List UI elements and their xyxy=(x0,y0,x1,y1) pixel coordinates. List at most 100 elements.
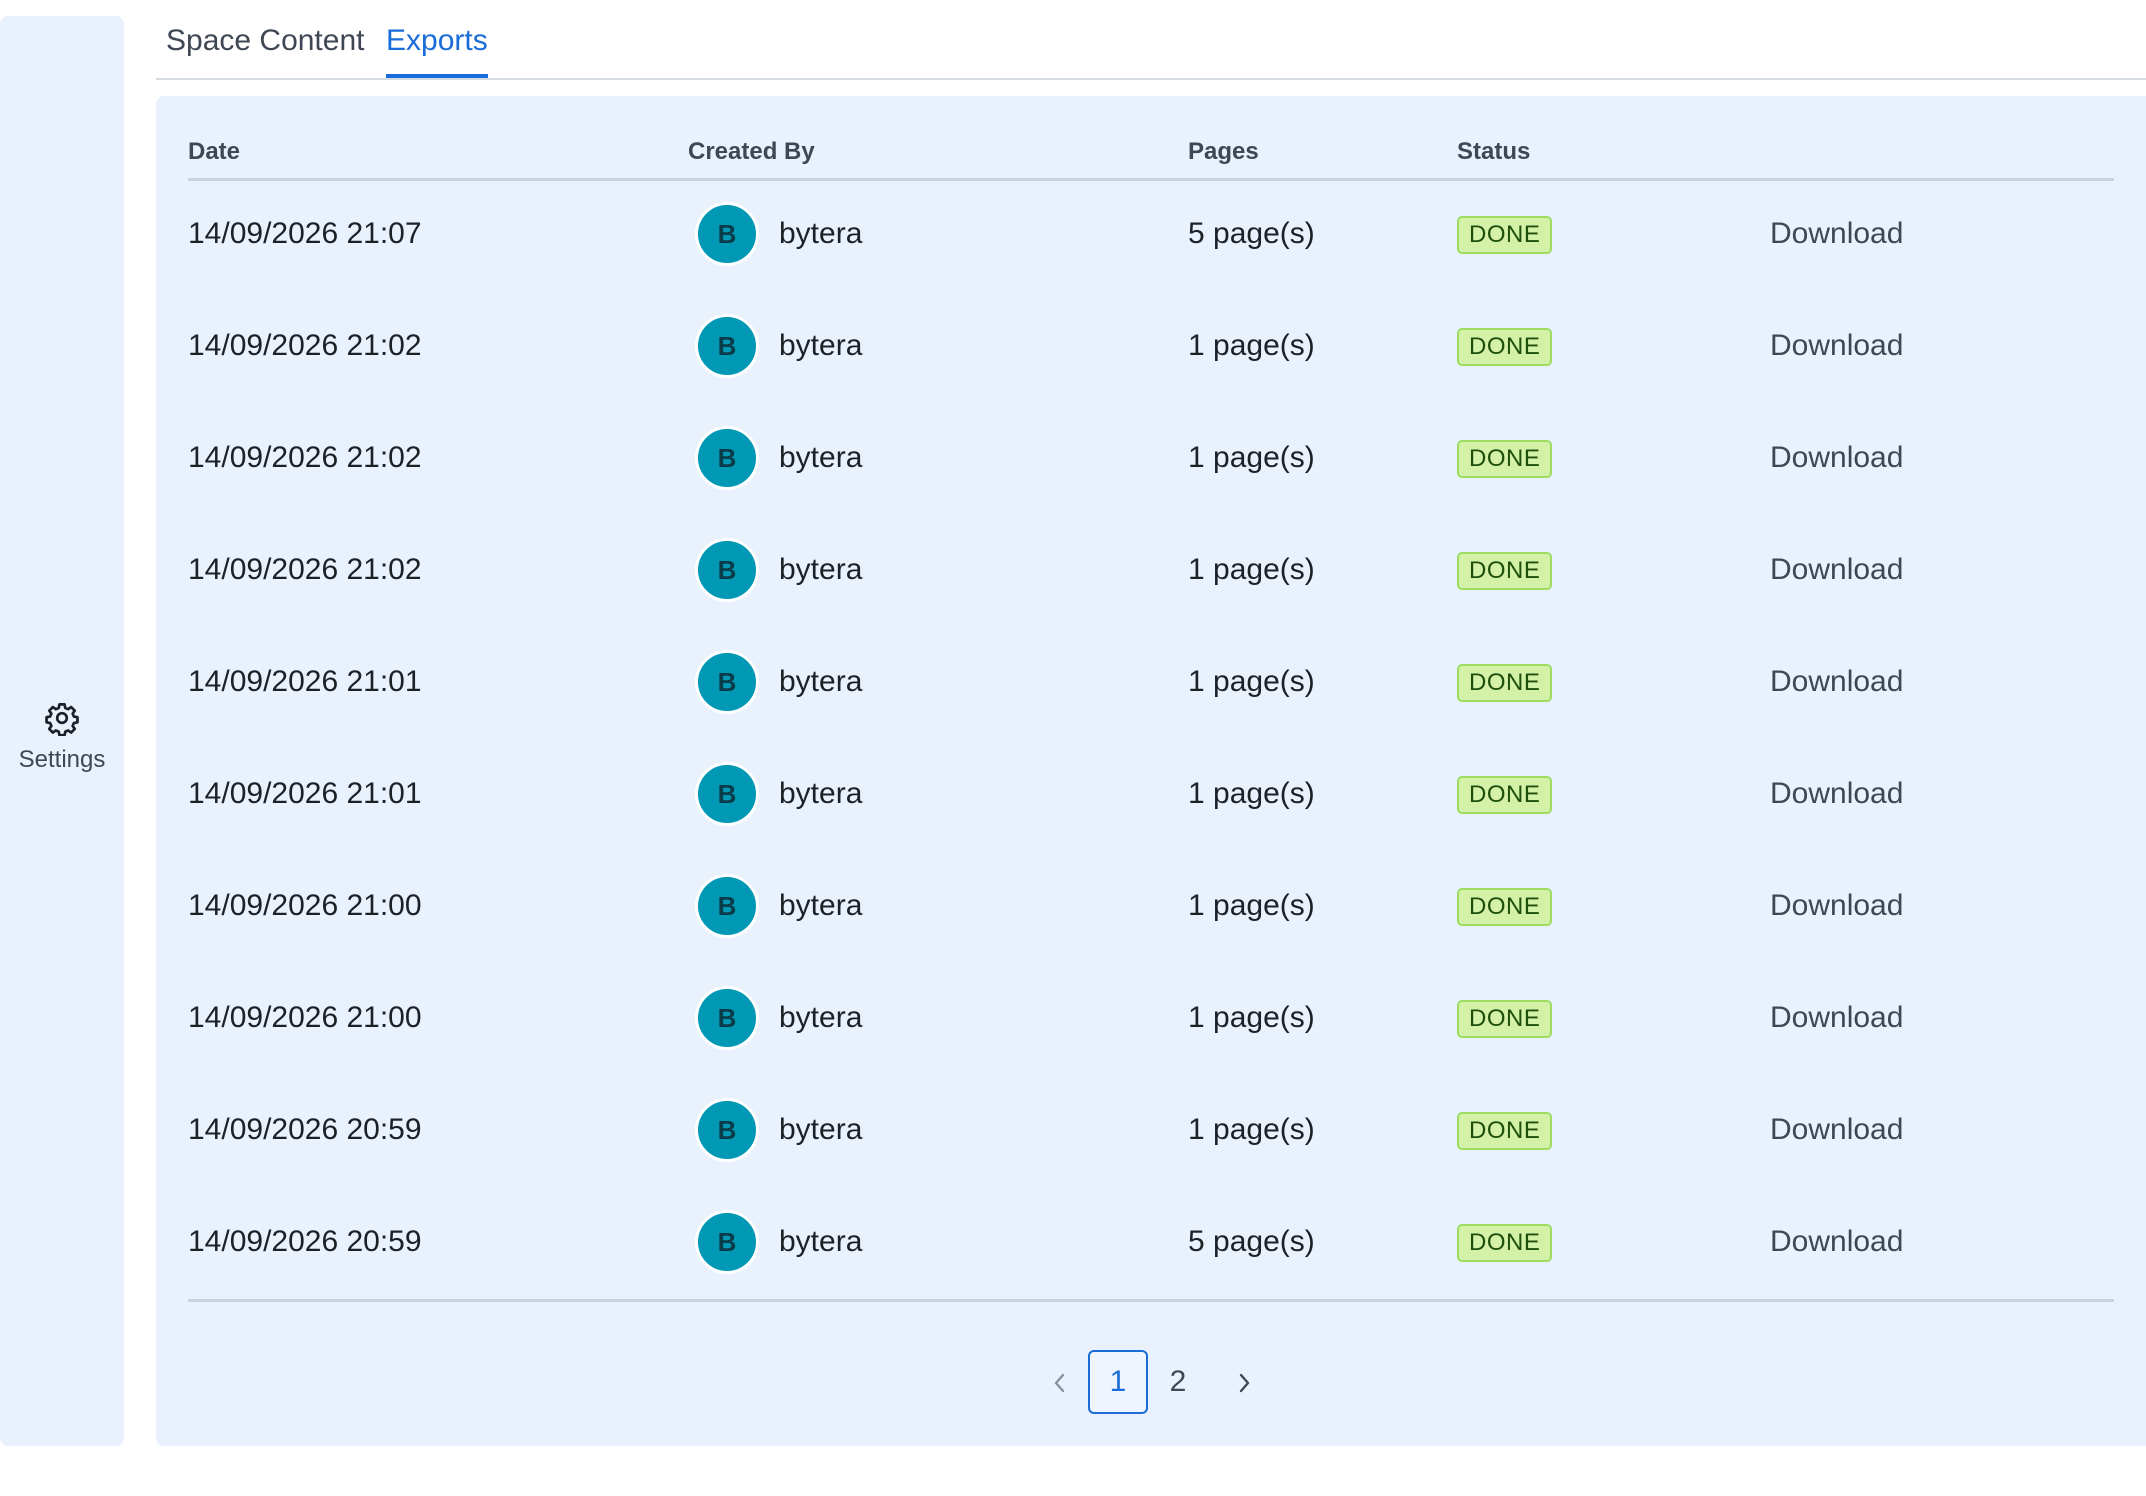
sidebar: Settings xyxy=(0,16,124,1446)
table-row: 14/09/2026 21:02 Bbytera 1 page(s) DONE Down… xyxy=(188,514,2114,626)
status-cell: DONE xyxy=(1457,514,1553,626)
download-link[interactable]: Download xyxy=(1770,962,1903,1074)
download-link[interactable]: Download xyxy=(1770,1186,1903,1298)
export-date: 14/09/2026 21:00 xyxy=(188,1001,422,1034)
table-row: 14/09/2026 21:01 Bbytera 1 page(s) DONE Down… xyxy=(188,626,2114,738)
table-header: Date Created By Pages Status xyxy=(188,138,2114,181)
table-row: 14/09/2026 21:02 Bbytera 1 page(s) DONE Down… xyxy=(188,402,2114,514)
next-page-button[interactable] xyxy=(1216,1350,1272,1414)
avatar: B xyxy=(695,762,759,826)
tab-exports[interactable]: Exports xyxy=(386,24,488,78)
status-cell: DONE xyxy=(1457,1186,1553,1298)
username: bytera xyxy=(779,329,863,362)
status-cell: DONE xyxy=(1457,178,1553,290)
gear-icon xyxy=(44,700,80,737)
page-count: 1 page(s) xyxy=(1188,777,1315,810)
page-count: 1 page(s) xyxy=(1188,441,1315,474)
avatar: B xyxy=(695,1098,759,1162)
status-cell: DONE xyxy=(1457,402,1553,514)
download-link[interactable]: Download xyxy=(1770,626,1903,738)
username: bytera xyxy=(779,777,863,810)
export-date: 14/09/2026 21:02 xyxy=(188,441,422,474)
page-count: 1 page(s) xyxy=(1188,889,1315,922)
username: bytera xyxy=(779,553,863,586)
download-link[interactable]: Download xyxy=(1770,514,1903,626)
username: bytera xyxy=(779,217,863,250)
table-row: 14/09/2026 21:07 Bbytera 5 page(s) DONE Down… xyxy=(188,178,2114,290)
status-cell: DONE xyxy=(1457,626,1553,738)
status-cell: DONE xyxy=(1457,850,1553,962)
table-row: 14/09/2026 20:59 Bbytera 1 page(s) DONE Down… xyxy=(188,1074,2114,1186)
table-row: 14/09/2026 21:00 Bbytera 1 page(s) DONE Down… xyxy=(188,850,2114,962)
status-badge: DONE xyxy=(1457,1112,1553,1151)
download-link[interactable]: Download xyxy=(1770,290,1903,402)
status-badge: DONE xyxy=(1457,440,1553,479)
status-badge: DONE xyxy=(1457,328,1553,367)
column-header-pages: Pages xyxy=(1188,138,1259,165)
status-cell: DONE xyxy=(1457,738,1553,850)
download-link[interactable]: Download xyxy=(1770,1074,1903,1186)
download-link[interactable]: Download xyxy=(1770,178,1903,290)
page-count: 1 page(s) xyxy=(1188,329,1315,362)
status-badge: DONE xyxy=(1457,664,1553,703)
status-badge: DONE xyxy=(1457,552,1553,591)
page-count: 1 page(s) xyxy=(1188,1113,1315,1146)
export-date: 14/09/2026 21:07 xyxy=(188,217,422,250)
table-row: 14/09/2026 21:01 Bbytera 1 page(s) DONE Down… xyxy=(188,738,2114,850)
avatar: B xyxy=(695,986,759,1050)
page-count: 1 page(s) xyxy=(1188,665,1315,698)
table-body: 14/09/2026 21:07 Bbytera 5 page(s) DONE Down… xyxy=(188,178,2114,1298)
username: bytera xyxy=(779,1113,863,1146)
export-date: 14/09/2026 20:59 xyxy=(188,1113,422,1146)
page-count: 1 page(s) xyxy=(1188,553,1315,586)
export-date: 14/09/2026 21:00 xyxy=(188,889,422,922)
status-badge: DONE xyxy=(1457,1000,1553,1039)
pagination: 1 2 xyxy=(156,1350,2146,1414)
avatar: B xyxy=(695,538,759,602)
avatar: B xyxy=(695,1210,759,1274)
table-row: 14/09/2026 21:02 Bbytera 1 page(s) DONE Down… xyxy=(188,290,2114,402)
username: bytera xyxy=(779,665,863,698)
download-link[interactable]: Download xyxy=(1770,738,1903,850)
username: bytera xyxy=(779,1225,863,1258)
username: bytera xyxy=(779,889,863,922)
export-date: 14/09/2026 21:02 xyxy=(188,553,422,586)
tab-space-content[interactable]: Space Content xyxy=(166,24,364,78)
avatar: B xyxy=(695,874,759,938)
status-badge: DONE xyxy=(1457,216,1553,255)
page-button-2[interactable]: 2 xyxy=(1148,1350,1208,1414)
column-header-status: Status xyxy=(1457,138,1531,165)
download-link[interactable]: Download xyxy=(1770,402,1903,514)
status-badge: DONE xyxy=(1457,888,1553,927)
username: bytera xyxy=(779,441,863,474)
export-date: 14/09/2026 21:01 xyxy=(188,665,422,698)
status-cell: DONE xyxy=(1457,1074,1553,1186)
status-cell: DONE xyxy=(1457,290,1553,402)
username: bytera xyxy=(779,1001,863,1034)
page-count: 1 page(s) xyxy=(1188,1001,1315,1034)
export-date: 14/09/2026 21:02 xyxy=(188,329,422,362)
chevron-left-icon xyxy=(1050,1365,1070,1398)
export-date: 14/09/2026 20:59 xyxy=(188,1225,422,1258)
chevron-right-icon xyxy=(1234,1365,1254,1398)
column-header-created-by: Created By xyxy=(688,138,815,165)
exports-panel: Date Created By Pages Status 14/09/2026 … xyxy=(156,96,2146,1446)
table-row: 14/09/2026 21:00 Bbytera 1 page(s) DONE Down… xyxy=(188,962,2114,1074)
status-cell: DONE xyxy=(1457,962,1553,1074)
status-badge: DONE xyxy=(1457,1224,1553,1263)
download-link[interactable]: Download xyxy=(1770,850,1903,962)
page-button-1[interactable]: 1 xyxy=(1088,1350,1148,1414)
table-divider xyxy=(188,1299,2114,1302)
page-count: 5 page(s) xyxy=(1188,217,1315,250)
column-header-date: Date xyxy=(188,138,241,165)
tab-bar: Space Content Exports xyxy=(156,0,2146,80)
sidebar-item-settings[interactable]: Settings xyxy=(0,700,124,774)
avatar: B xyxy=(695,650,759,714)
avatar: B xyxy=(695,202,759,266)
avatar: B xyxy=(695,314,759,378)
export-date: 14/09/2026 21:01 xyxy=(188,777,422,810)
sidebar-item-label: Settings xyxy=(18,746,106,773)
status-badge: DONE xyxy=(1457,776,1553,815)
prev-page-button[interactable] xyxy=(1032,1350,1088,1414)
table-row: 14/09/2026 20:59 Bbytera 5 page(s) DONE Down… xyxy=(188,1186,2114,1298)
